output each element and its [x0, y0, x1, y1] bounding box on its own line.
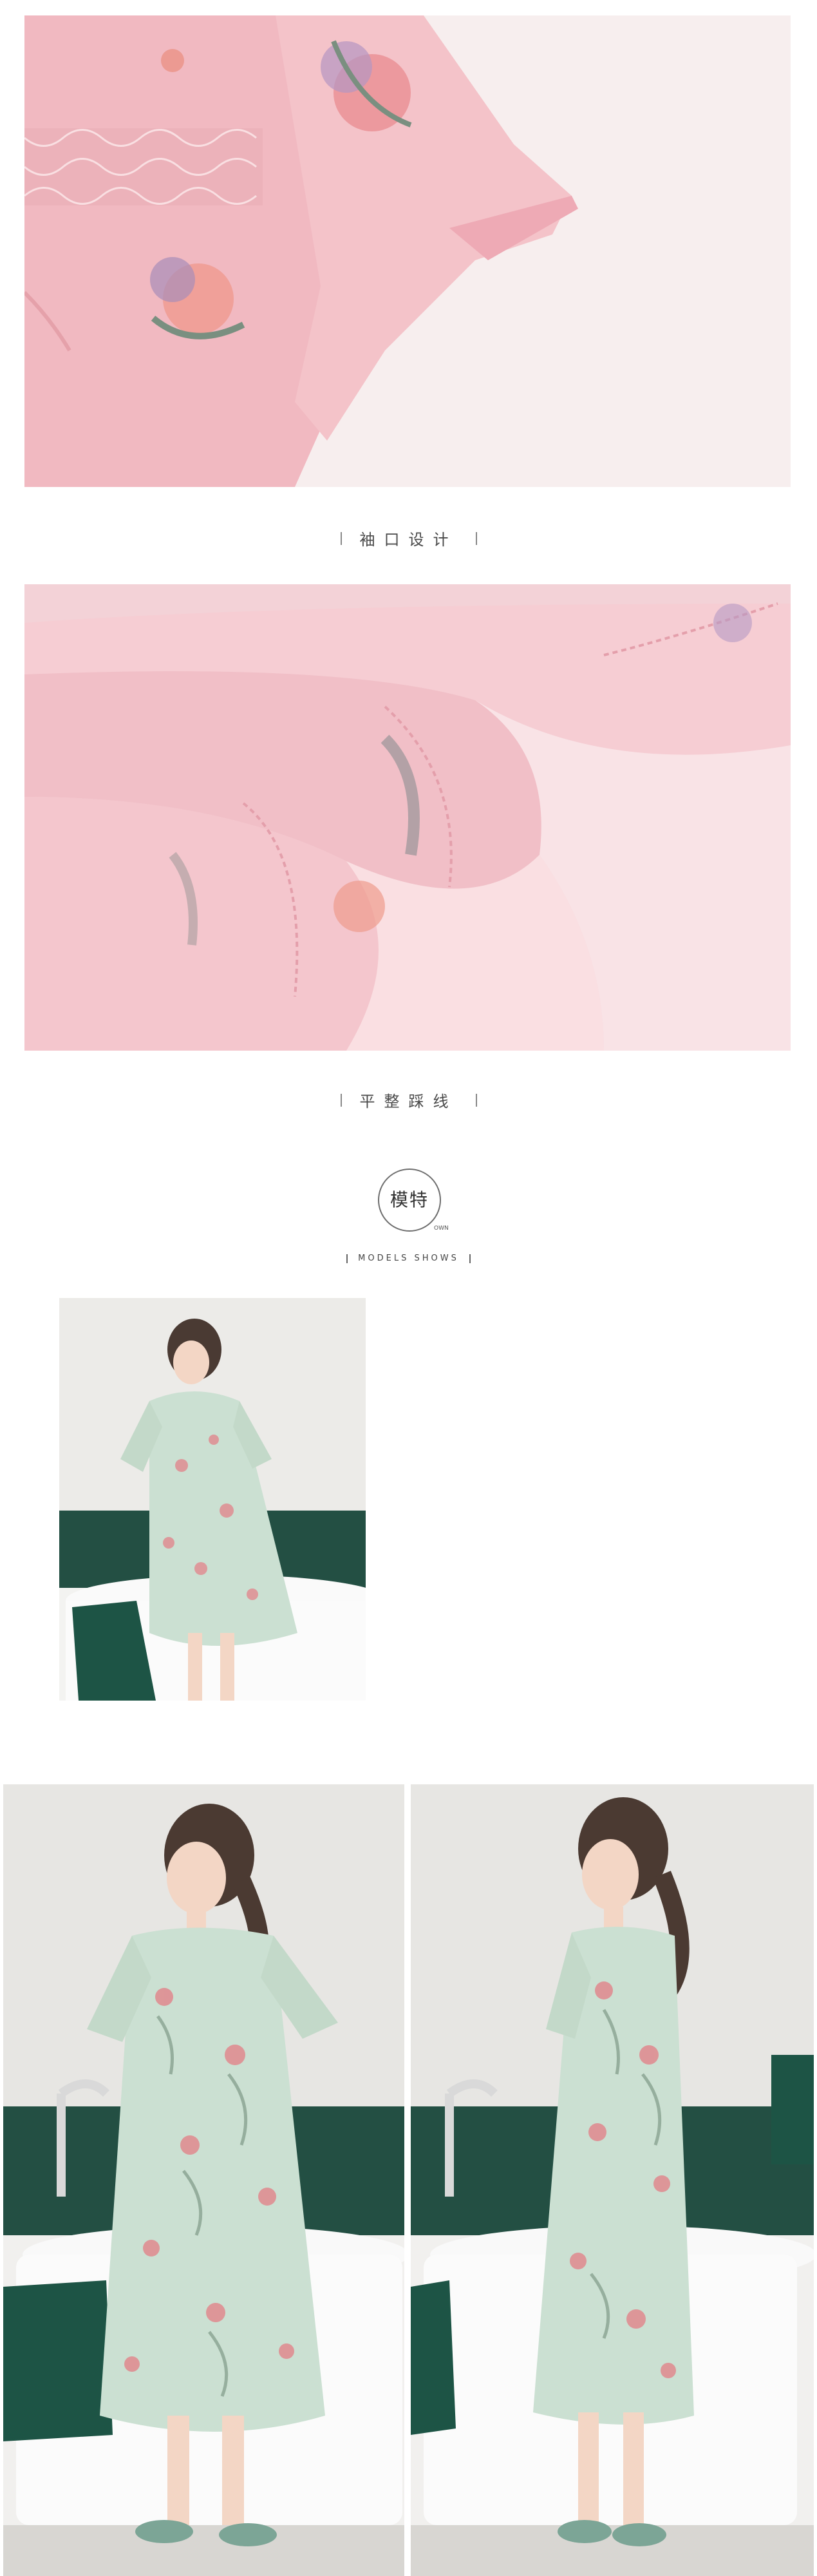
subtitle-divider-right [469, 1254, 471, 1263]
sleeve-caption-text: 袖口设计 [359, 531, 458, 549]
model-photo-side [411, 1784, 814, 2576]
models-subtitle-text: MODELS SHOWS [358, 1254, 459, 1263]
caption-divider-left [340, 1093, 342, 1107]
model-photo-small [59, 1298, 366, 1701]
models-badge-title: 模特 [390, 1189, 429, 1210]
sleeve-caption: 袖口设计 [0, 527, 817, 549]
caption-divider-left [340, 531, 342, 545]
models-badge-tag: OWN [433, 1225, 450, 1232]
hem-detail-photo [24, 584, 791, 1051]
model-photo-front [3, 1784, 404, 2576]
models-subtitle: MODELS SHOWS [0, 1254, 817, 1263]
sleeve-detail-photo [24, 15, 791, 487]
caption-divider-right [475, 1093, 477, 1107]
stitch-caption: 平整踩线 [0, 1089, 817, 1111]
stitch-caption-text: 平整踩线 [359, 1092, 458, 1111]
caption-divider-right [475, 531, 477, 545]
subtitle-divider-left [346, 1254, 348, 1263]
